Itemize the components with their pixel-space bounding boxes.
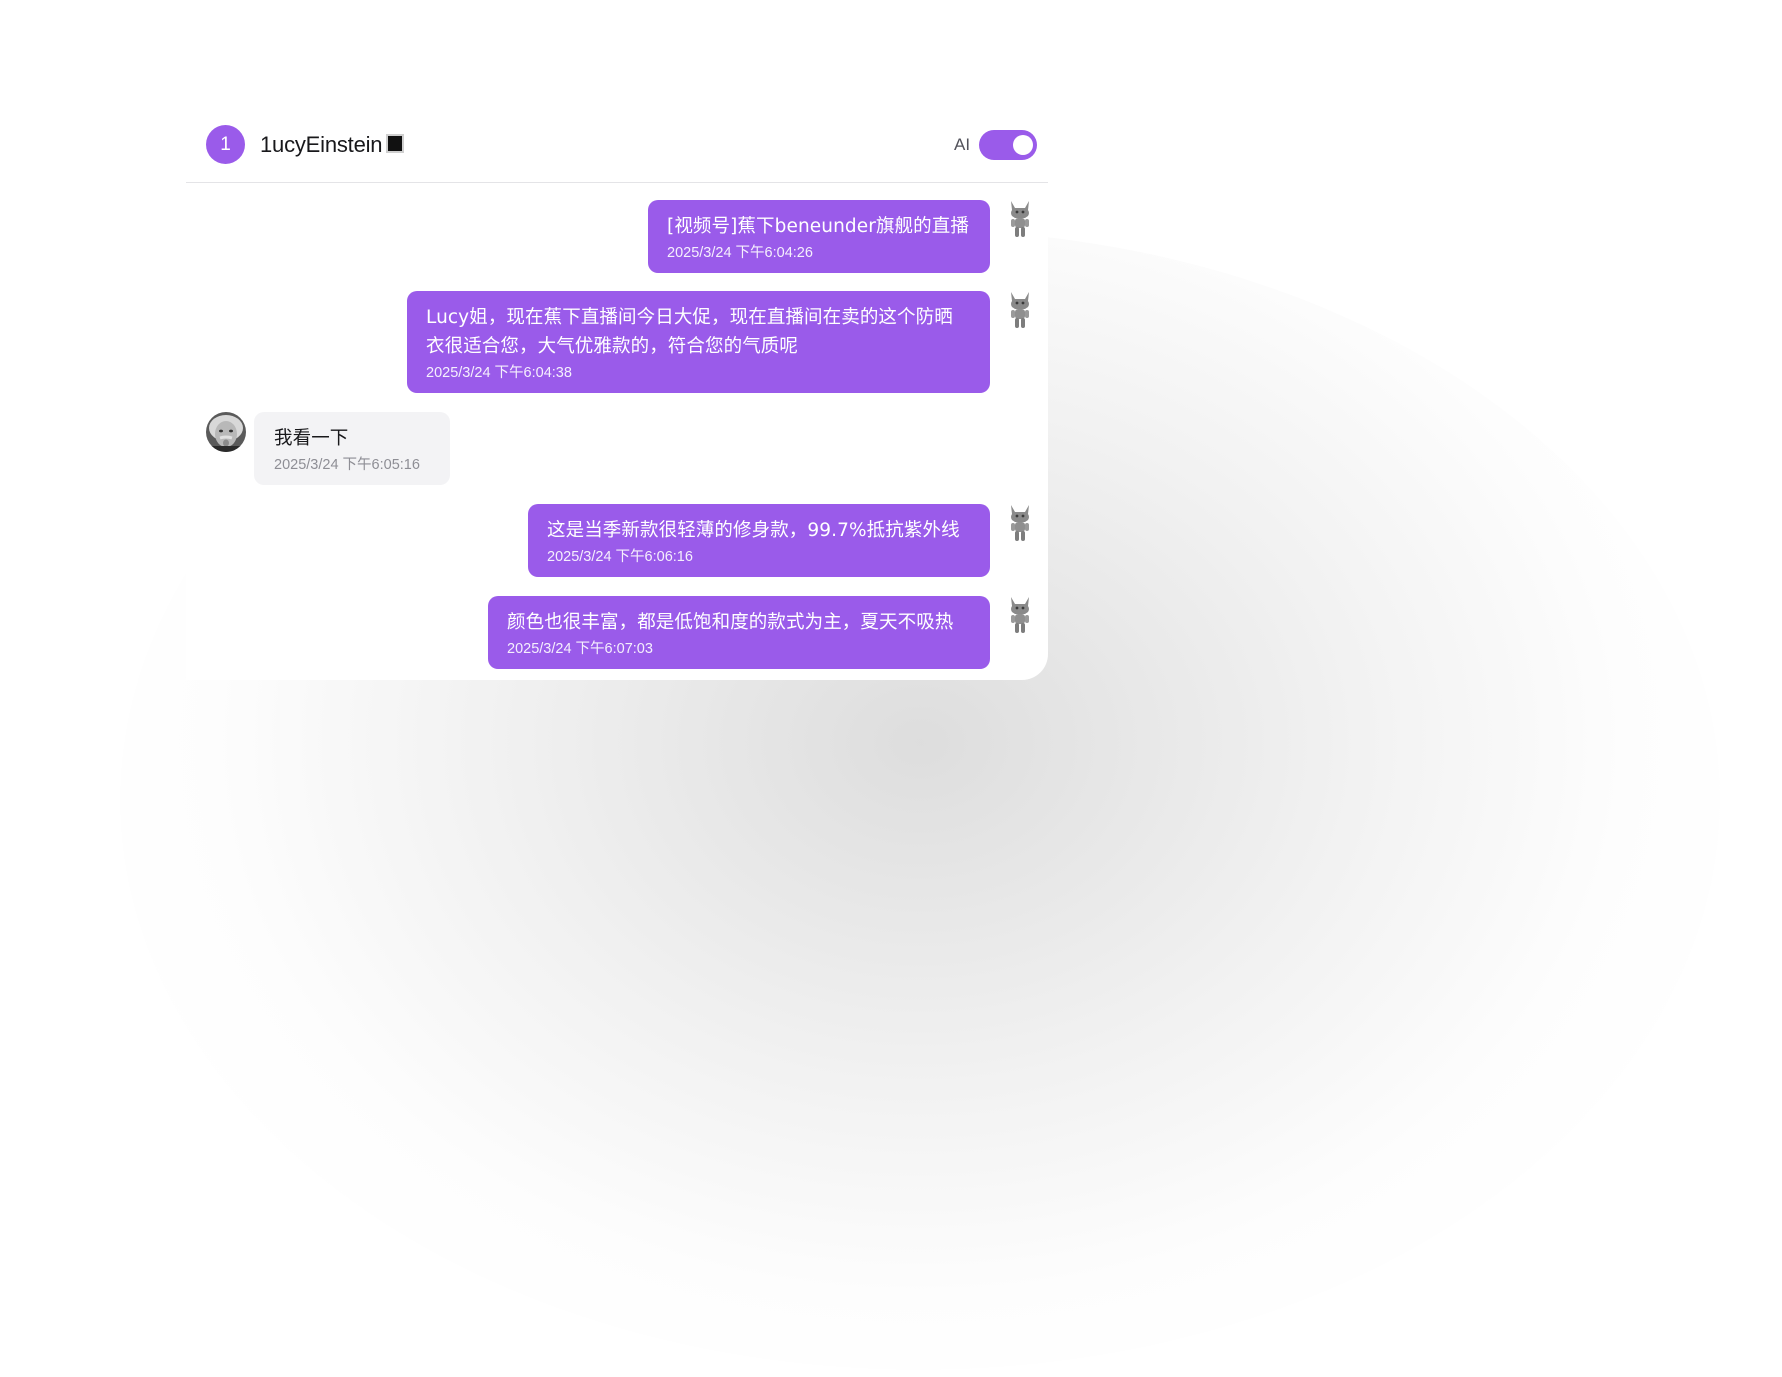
- ai-toggle-knob: [1013, 135, 1033, 155]
- message-bubble-outgoing: Lucy姐，现在蕉下直播间今日大促，现在直播间在卖的这个防晒衣很适合您，大气优雅…: [407, 291, 990, 393]
- message-time: 2025/3/24 下午6:04:26: [667, 245, 813, 261]
- message-bubble-outgoing: 颜色也很丰富，都是低饱和度的款式为主，夏天不吸热 2025/3/24 下午6:0…: [488, 596, 990, 669]
- chat-header: 1 1ucyEinstein AI: [186, 104, 1048, 183]
- einstein-avatar: [206, 412, 246, 452]
- contact-name-wrap: 1ucyEinstein: [260, 130, 405, 160]
- ai-toggle[interactable]: [979, 130, 1037, 160]
- robot-cat-icon: [1011, 201, 1029, 237]
- message-time: 2025/3/24 下午6:05:16: [274, 457, 420, 473]
- message-bubble-incoming: 我看一下 2025/3/24 下午6:05:16: [254, 412, 450, 485]
- contact-badge: 1: [206, 125, 245, 164]
- message-time: 2025/3/24 下午6:04:38: [426, 365, 572, 381]
- message-time: 2025/3/24 下午6:06:16: [547, 549, 693, 565]
- message-time: 2025/3/24 下午6:07:03: [507, 641, 653, 657]
- ai-label: AI: [954, 135, 971, 154]
- message-text: Lucy姐，现在蕉下直播间今日大促，现在直播间在卖的这个防晒衣很适合您，大气优雅…: [426, 307, 953, 357]
- robot-cat-icon: [1011, 292, 1029, 328]
- message-bubble-outgoing: 这是当季新款很轻薄的修身款，99.7%抵抗紫外线 2025/3/24 下午6:0…: [528, 504, 990, 577]
- message-text: 我看一下: [274, 428, 349, 449]
- message-text: [视频号]蕉下beneunder旗舰的直播: [667, 216, 969, 237]
- contact-name: 1ucyEinstein: [260, 132, 383, 157]
- robot-cat-icon: [1011, 597, 1029, 633]
- message-bubble-outgoing: [视频号]蕉下beneunder旗舰的直播 2025/3/24 下午6:04:2…: [648, 200, 990, 273]
- message-text: 颜色也很丰富，都是低饱和度的款式为主，夏天不吸热: [507, 612, 954, 633]
- message-text: 这是当季新款很轻薄的修身款，99.7%抵抗紫外线: [547, 520, 960, 541]
- chat-window: 1 1ucyEinstein AI [视频号]蕉下beneunder旗舰的直播 …: [186, 104, 1048, 680]
- robot-cat-icon: [1011, 505, 1029, 541]
- name-emoji-icon: [386, 134, 405, 153]
